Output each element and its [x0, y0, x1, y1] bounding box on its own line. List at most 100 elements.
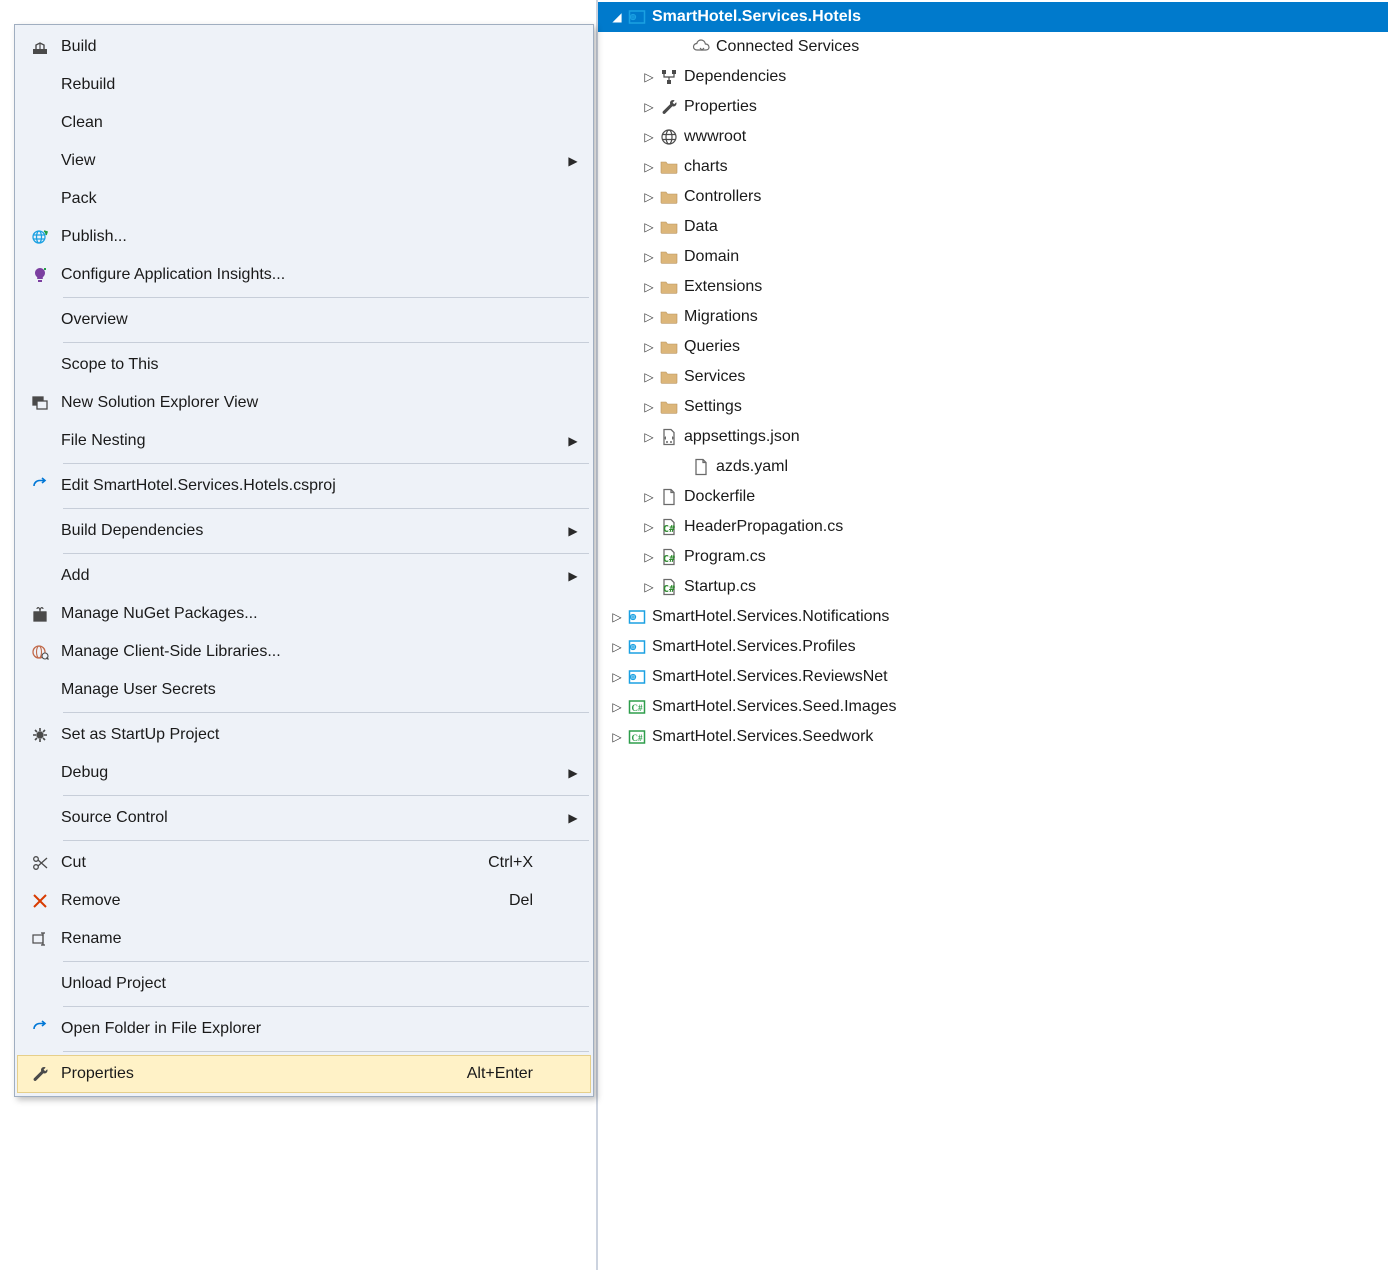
- tree-node-label: Queries: [684, 338, 740, 356]
- solution-explorer[interactable]: ◢SmartHotel.Services.Hotels▷Connected Se…: [596, 0, 1388, 1270]
- expander-closed-icon[interactable]: ▷: [640, 250, 658, 264]
- tree-node[interactable]: ▷SmartHotel.Services.Seed.Images: [598, 692, 1388, 722]
- menu-item[interactable]: Debug▶: [17, 754, 591, 792]
- menu-item[interactable]: PropertiesAlt+Enter: [17, 1055, 591, 1093]
- menu-item[interactable]: Set as StartUp Project: [17, 716, 591, 754]
- menu-item-label: Remove: [61, 892, 509, 910]
- menu-item-label: Pack: [61, 190, 561, 208]
- menu-item-label: Build Dependencies: [61, 522, 561, 540]
- expander-closed-icon[interactable]: ▷: [640, 310, 658, 324]
- menu-item[interactable]: View▶: [17, 142, 591, 180]
- tree-node[interactable]: ▷Migrations: [598, 302, 1388, 332]
- menu-item-label: Configure Application Insights...: [61, 266, 561, 284]
- expander-closed-icon[interactable]: ▷: [608, 730, 626, 744]
- menu-item[interactable]: Build Dependencies▶: [17, 512, 591, 550]
- expander-open-icon[interactable]: ◢: [608, 10, 626, 24]
- menu-item[interactable]: Rebuild: [17, 66, 591, 104]
- tree-node[interactable]: ▷SmartHotel.Services.Notifications: [598, 602, 1388, 632]
- menu-separator: [63, 840, 589, 841]
- tree-node[interactable]: ▷ Extensions: [598, 272, 1388, 302]
- menu-item-label: File Nesting: [61, 432, 561, 450]
- expander-closed-icon[interactable]: ▷: [640, 580, 658, 594]
- menu-item[interactable]: Edit SmartHotel.Services.Hotels.csproj: [17, 467, 591, 505]
- menu-item[interactable]: Rename: [17, 920, 591, 958]
- expander-closed-icon[interactable]: ▷: [640, 100, 658, 114]
- json-file-icon: [658, 428, 680, 446]
- expander-closed-icon[interactable]: ▷: [640, 190, 658, 204]
- tree-node[interactable]: ▷Program.cs: [598, 542, 1388, 572]
- expander-closed-icon[interactable]: ▷: [640, 430, 658, 444]
- tree-node[interactable]: ▷Dependencies: [598, 62, 1388, 92]
- tree-node[interactable]: ▷ Queries: [598, 332, 1388, 362]
- tree-node[interactable]: ▷Settings: [598, 392, 1388, 422]
- menu-item[interactable]: File Nesting▶: [17, 422, 591, 460]
- menu-separator: [63, 553, 589, 554]
- tree-node[interactable]: ▷Connected Services: [598, 32, 1388, 62]
- menu-item[interactable]: Open Folder in File Explorer: [17, 1010, 591, 1048]
- menu-item[interactable]: Clean: [17, 104, 591, 142]
- menu-item[interactable]: Publish...: [17, 218, 591, 256]
- expander-closed-icon[interactable]: ▷: [640, 490, 658, 504]
- expander-closed-icon[interactable]: ▷: [640, 130, 658, 144]
- tree-node[interactable]: ▷Dockerfile: [598, 482, 1388, 512]
- project-context-menu[interactable]: BuildRebuild Clean View▶ Pack Publish... Conf…: [14, 24, 594, 1097]
- csproj-blue-icon: [626, 8, 648, 26]
- expander-closed-icon[interactable]: ▷: [640, 370, 658, 384]
- expander-closed-icon[interactable]: ▷: [640, 220, 658, 234]
- menu-item-label: New Solution Explorer View: [61, 394, 561, 412]
- expander-closed-icon[interactable]: ▷: [640, 520, 658, 534]
- menu-item[interactable]: Build: [17, 28, 591, 66]
- menu-separator: [63, 795, 589, 796]
- expander-closed-icon[interactable]: ▷: [608, 670, 626, 684]
- menu-item-label: Cut: [61, 854, 488, 872]
- tree-node[interactable]: ▷SmartHotel.Services.ReviewsNet: [598, 662, 1388, 692]
- tree-node[interactable]: ▷SmartHotel.Services.Seedwork: [598, 722, 1388, 752]
- expander-closed-icon[interactable]: ▷: [640, 400, 658, 414]
- menu-item[interactable]: CutCtrl+X: [17, 844, 591, 882]
- tree-node-label: Properties: [684, 98, 757, 116]
- menu-item[interactable]: RemoveDel: [17, 882, 591, 920]
- menu-item[interactable]: Manage NuGet Packages...: [17, 595, 591, 633]
- tree-node[interactable]: ▷SmartHotel.Services.Profiles: [598, 632, 1388, 662]
- expander-closed-icon[interactable]: ▷: [608, 640, 626, 654]
- tree-node[interactable]: ▷Data: [598, 212, 1388, 242]
- menu-item[interactable]: Scope to This: [17, 346, 591, 384]
- expander-closed-icon[interactable]: ▷: [608, 610, 626, 624]
- expander-closed-icon[interactable]: ▷: [608, 700, 626, 714]
- menu-item-label: Rename: [61, 930, 561, 948]
- tree-node[interactable]: ▷azds.yaml: [598, 452, 1388, 482]
- menu-item[interactable]: Manage Client-Side Libraries...: [17, 633, 591, 671]
- menu-item[interactable]: Manage User Secrets: [17, 671, 591, 709]
- menu-item[interactable]: Pack: [17, 180, 591, 218]
- tree-node[interactable]: ▷wwwroot: [598, 122, 1388, 152]
- menu-separator: [63, 1051, 589, 1052]
- expander-closed-icon[interactable]: ▷: [640, 70, 658, 84]
- tree-node[interactable]: ▷Domain: [598, 242, 1388, 272]
- menu-item[interactable]: Source Control▶: [17, 799, 591, 837]
- tree-node[interactable]: ▷Startup.cs: [598, 572, 1388, 602]
- menu-item-label: Open Folder in File Explorer: [61, 1020, 561, 1038]
- menu-item[interactable]: Configure Application Insights...: [17, 256, 591, 294]
- expander-closed-icon[interactable]: ▷: [640, 160, 658, 174]
- menu-item[interactable]: New Solution Explorer View: [17, 384, 591, 422]
- folder-icon: [658, 398, 680, 416]
- menu-item-label: Unload Project: [61, 975, 561, 993]
- tree-node[interactable]: ◢SmartHotel.Services.Hotels: [598, 2, 1388, 32]
- tree-node[interactable]: ▷HeaderPropagation.cs: [598, 512, 1388, 542]
- csproj-blue-icon: [626, 668, 648, 686]
- expander-closed-icon[interactable]: ▷: [640, 280, 658, 294]
- tree-node-label: Extensions: [684, 278, 762, 296]
- menu-item[interactable]: Unload Project: [17, 965, 591, 1003]
- submenu-arrow-icon: ▶: [561, 766, 585, 780]
- menu-item[interactable]: Add▶: [17, 557, 591, 595]
- tree-node[interactable]: ▷ Properties: [598, 92, 1388, 122]
- tree-node[interactable]: ▷charts: [598, 152, 1388, 182]
- tree-node[interactable]: ▷appsettings.json: [598, 422, 1388, 452]
- tree-node[interactable]: ▷Controllers: [598, 182, 1388, 212]
- menu-item-shortcut: Alt+Enter: [467, 1065, 533, 1083]
- menu-item-label: Clean: [61, 114, 561, 132]
- tree-node[interactable]: ▷Services: [598, 362, 1388, 392]
- expander-closed-icon[interactable]: ▷: [640, 550, 658, 564]
- menu-item[interactable]: Overview: [17, 301, 591, 339]
- expander-closed-icon[interactable]: ▷: [640, 340, 658, 354]
